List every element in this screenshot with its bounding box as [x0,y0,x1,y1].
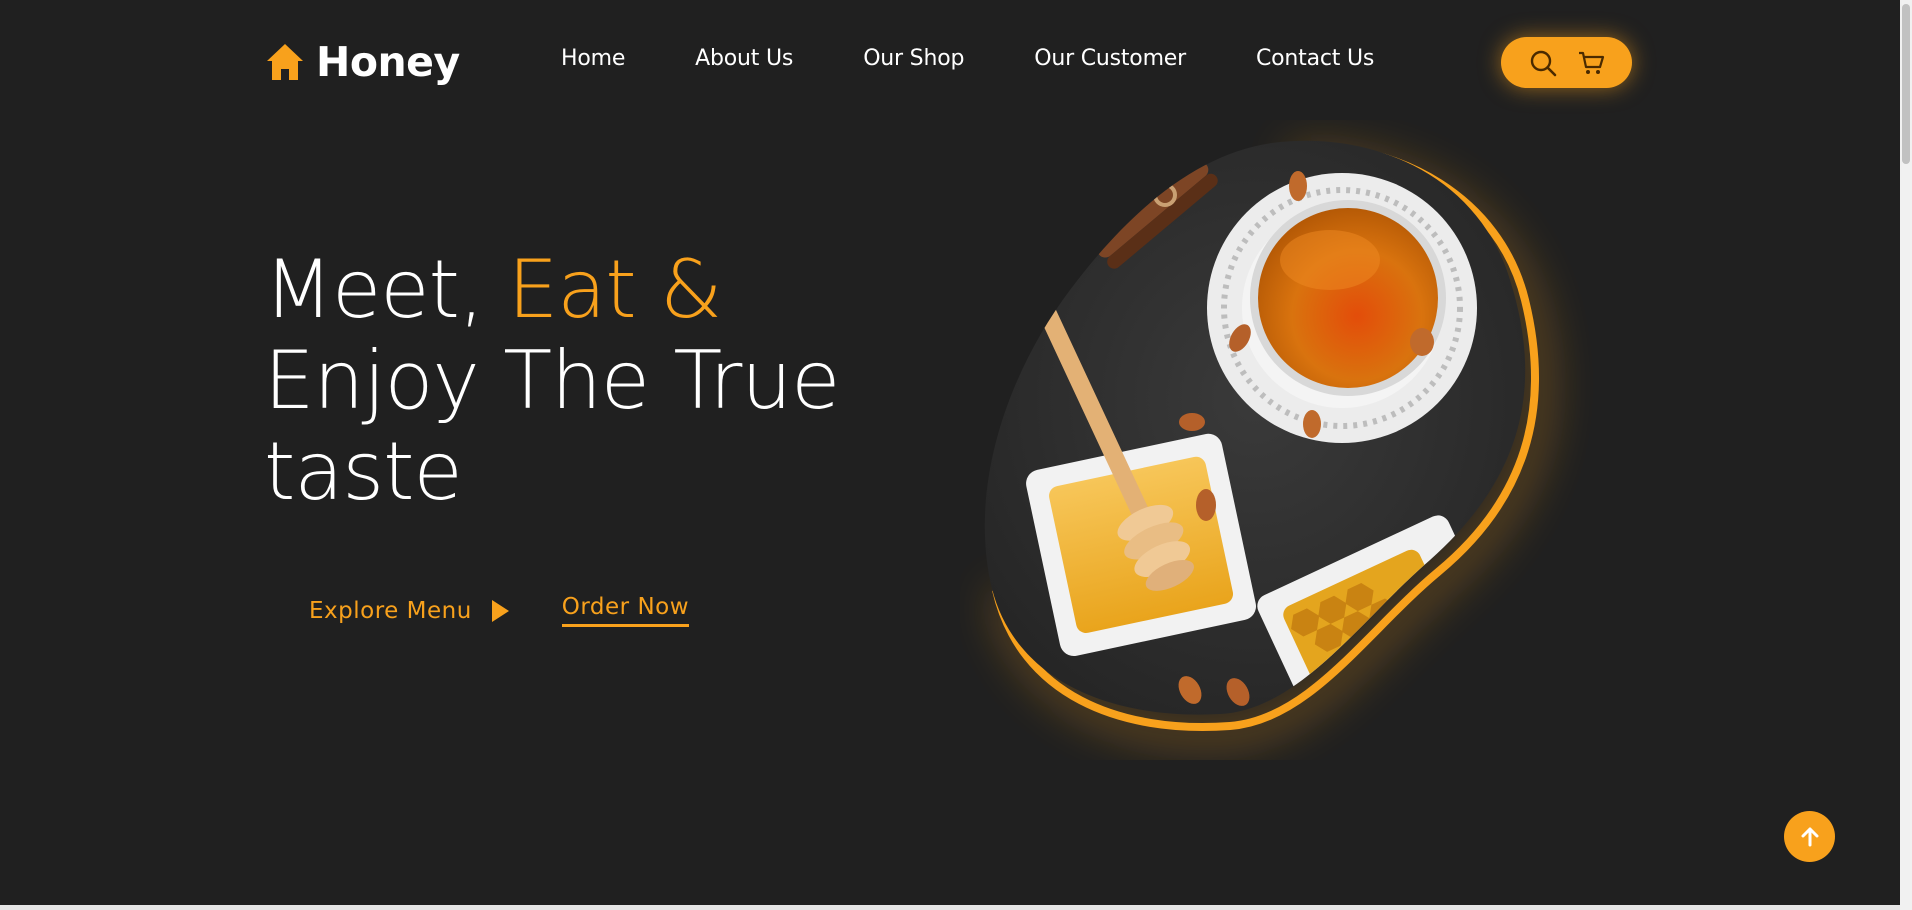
horizontal-scrollbar[interactable] [0,905,1900,910]
nav-contact-us[interactable]: Contact Us [1256,46,1374,71]
nav-our-shop[interactable]: Our Shop [863,46,964,71]
hero-line3: taste [264,425,463,518]
hero-line2: Enjoy The True [264,334,840,427]
hero-line1-accent: Eat & [507,243,723,336]
logo[interactable]: Honey [266,38,460,86]
home-icon [267,44,303,80]
nav-about-us[interactable]: About Us [695,46,793,71]
search-icon[interactable] [1529,49,1557,77]
play-icon [491,599,509,622]
explore-menu-label: Explore Menu [309,597,472,624]
hero-honey-image [984,140,1548,743]
cart-icon[interactable] [1577,49,1605,77]
header-actions [1501,37,1632,88]
arrow-up-icon [1801,827,1818,846]
back-to-top-button[interactable] [1784,811,1835,862]
hero-line1-white: Meet, [264,243,508,336]
order-now-link[interactable]: Order Now [561,594,690,627]
scrollbar-thumb[interactable] [1902,4,1910,164]
hero-actions: Explore Menu Order Now [309,594,690,627]
main-nav: Home About Us Our Shop Our Customer Cont… [561,46,1374,71]
hero-title: Meet, Eat & Enjoy The True taste [264,243,840,518]
vertical-scrollbar[interactable] [1900,0,1912,910]
nav-our-customer[interactable]: Our Customer [1034,46,1186,71]
brand-name: Honey [316,38,460,86]
explore-menu-button[interactable]: Explore Menu [309,598,510,624]
nav-home[interactable]: Home [561,46,625,71]
